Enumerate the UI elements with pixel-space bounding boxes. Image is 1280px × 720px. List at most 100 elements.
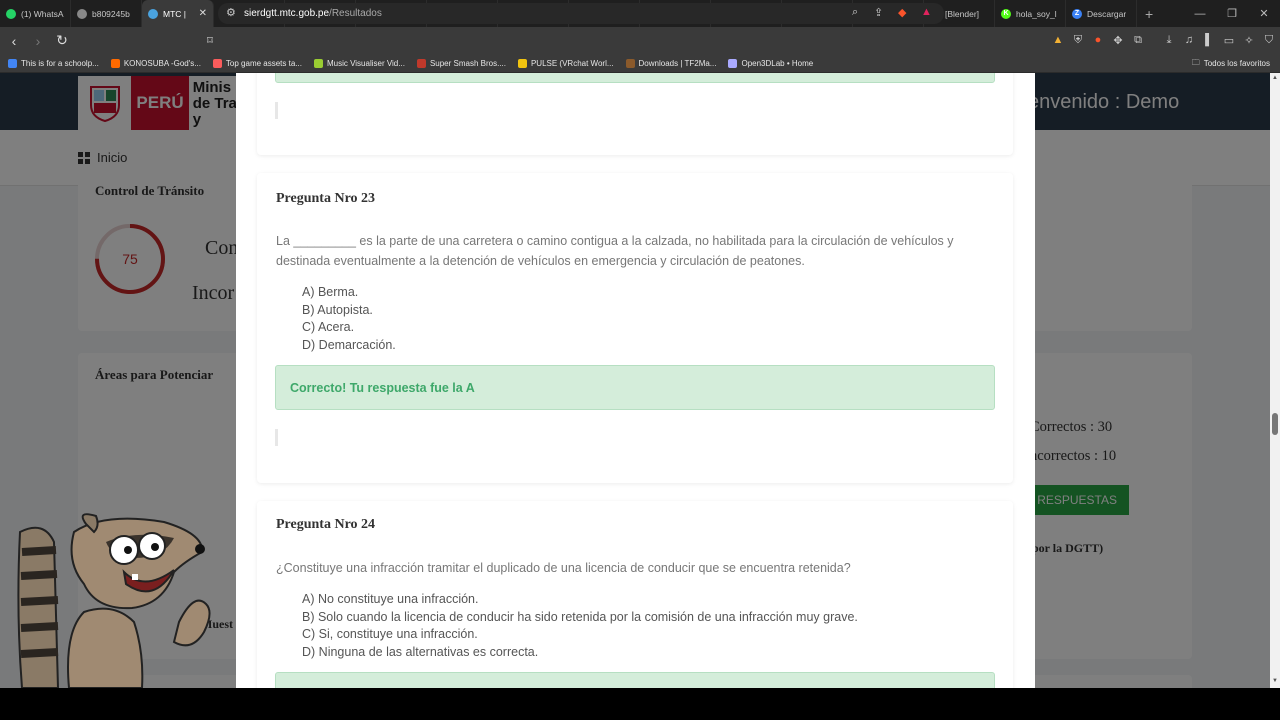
tab-favicon-icon: Z [1072, 8, 1082, 19]
back-icon[interactable]: ‹ [4, 31, 24, 51]
raccoon-character-image [17, 513, 211, 688]
url-path: /Resultados [329, 8, 382, 19]
bookmark-label: Downloads | TF2Ma... [638, 58, 717, 68]
tab-favicon-icon: K [1001, 8, 1011, 19]
page-scrollbar[interactable]: ▲ ▼ [1270, 73, 1280, 688]
option-c-24: C) Si, constituye una infracción. [302, 627, 478, 642]
wallet-card-icon[interactable]: ▭ [1222, 31, 1236, 49]
bookmark-favicon-icon [517, 58, 527, 68]
brave-icon[interactable]: ● [1091, 31, 1105, 49]
extensions-icon[interactable]: ✥ [1111, 31, 1125, 49]
scroll-up-icon[interactable]: ▲ [1270, 75, 1280, 81]
folder-icon: 🗀 [1191, 57, 1200, 67]
scrollbar-thumb[interactable] [1272, 413, 1278, 435]
question-card-23: Pregunta Nro 23 La _________ es la parte… [257, 173, 1013, 483]
question-title-24: Pregunta Nro 24 [276, 517, 376, 532]
bookmark-label: PULSE (VRchat Worl... [530, 58, 614, 68]
bookmark-favicon-icon [728, 58, 738, 68]
vpn-icon[interactable]: ⛨ [1071, 31, 1085, 49]
tab-close-icon[interactable]: ✕ [199, 8, 207, 19]
bookmark-favicon-icon [110, 58, 120, 68]
tab-label: MTC | [163, 8, 186, 19]
options-23: A) Berma. B) Autopista. C) Acera. D) Dem… [302, 284, 396, 355]
bookmark-label: Open3DLab • Home [741, 58, 814, 68]
forward-icon[interactable]: › [28, 31, 48, 51]
reload-icon[interactable]: ↻ [52, 31, 72, 51]
bookmark-favicon-icon [625, 58, 635, 68]
explanation-stub-23 [275, 429, 278, 446]
results-modal: Pregunta Nro 23 La _________ es la parte… [236, 73, 1035, 688]
close-window-icon[interactable]: ✕ [1248, 0, 1280, 27]
option-d-24: D) Ninguna de las alternativas es correc… [302, 645, 539, 660]
brave-rewards-icon[interactable]: ▲ [921, 6, 932, 18]
option-b-24: B) Solo cuando la licencia de conducir h… [302, 609, 858, 624]
site-settings-icon[interactable]: ⚙ [226, 6, 236, 19]
question-text-24: ¿Constituye una infracción tramitar el d… [276, 561, 851, 575]
tab-label: Descargar [1087, 8, 1127, 19]
leo-icon[interactable]: ✧ [1242, 31, 1256, 49]
bookmark-favicon-icon [313, 58, 323, 68]
question-title-23: Pregunta Nro 23 [276, 191, 376, 206]
question-text-23: La _________ es la parte de una carreter… [276, 234, 954, 268]
question-card-24: Pregunta Nro 24 ¿Constituye una infracci… [257, 501, 1013, 688]
option-a-24: A) No constituye una infracción. [302, 592, 479, 606]
option-b-23: B) Autopista. [302, 302, 373, 317]
media-icon[interactable]: ♫ [1182, 31, 1196, 49]
option-a-23: A) Berma. [302, 285, 359, 299]
bookmark-item[interactable]: Top game assets ta... [212, 58, 302, 68]
bookmark-item[interactable]: Open3DLab • Home [728, 58, 814, 68]
bookmark-favicon-icon [416, 58, 426, 68]
browser-tab[interactable]: Z Descargar [1066, 0, 1137, 27]
downloads-icon[interactable]: ⤓ [1162, 31, 1176, 49]
sidebar-icon[interactable]: ▌ [1202, 31, 1216, 49]
browser-tab[interactable]: b809245b [71, 0, 142, 27]
share-icon[interactable]: ⇪ [874, 6, 883, 19]
window-controls: — ❐ ✕ [1184, 0, 1280, 27]
browser-tab[interactable]: Khola_soy_l [995, 0, 1066, 27]
tab-label: [Blender] [945, 8, 980, 19]
bookmark-label: This is for a schoolp... [21, 58, 99, 68]
bookmark-item[interactable]: PULSE (VRchat Worl... [517, 58, 614, 68]
bookmark-label: Super Smash Bros.... [429, 58, 506, 68]
result-alert-22 [275, 73, 995, 83]
wallet-icon[interactable]: ▲ [1051, 31, 1065, 49]
url-domain: sierdgtt.mtc.gob.pe [244, 8, 330, 19]
screenshot-icon[interactable]: ⧉ [1131, 31, 1145, 49]
bookmark-favicon-icon [212, 58, 222, 68]
bookmark-item[interactable]: KONOSUBA -God's... [110, 58, 201, 68]
bookmark-item[interactable]: Music Visualiser Vid... [313, 58, 405, 68]
bookmark-label: Top game assets ta... [225, 58, 302, 68]
restore-icon[interactable]: ❐ [1216, 0, 1248, 27]
tab-favicon-icon [77, 8, 87, 19]
zoom-icon[interactable]: ⌕ [852, 6, 858, 19]
browser-tab[interactable]: (1) WhatsApp [0, 0, 71, 27]
tab-label: hola_soy_l [1016, 8, 1057, 19]
bookmarks-folder-label: Todos los favoritos [1203, 59, 1270, 68]
brave-shield-icon[interactable]: ◆ [898, 6, 906, 19]
bookmarks-folder[interactable]: 🗀 Todos los favoritos [1192, 54, 1270, 73]
tab-favicon-icon [148, 8, 158, 19]
result-alert-24 [275, 672, 995, 688]
tab-label: (1) WhatsApp [21, 8, 64, 19]
result-alert-23: Correcto! Tu respuesta fue la A [275, 365, 995, 410]
option-d-23: D) Demarcación. [302, 338, 396, 353]
option-c-23: C) Acera. [302, 320, 355, 335]
bottom-black-bar [0, 688, 1280, 720]
url-field[interactable]: ⚙ sierdgtt.mtc.gob.pe/Resultados ⌕ ⇪ ◆ ▲ [218, 3, 944, 24]
bookmark-item[interactable]: Downloads | TF2Ma... [625, 58, 717, 68]
browser-tab[interactable]: MTC | ✕ [142, 0, 214, 27]
bookmark-favicon-icon [8, 58, 17, 68]
shield-icon[interactable]: ⛉ [1262, 31, 1276, 49]
minimize-icon[interactable]: — [1184, 0, 1216, 27]
new-tab-button[interactable]: + [1137, 6, 1161, 22]
bookmark-item[interactable]: This is for a schoolp... [8, 58, 99, 68]
explanation-stub-22 [275, 102, 278, 119]
bookmark-item[interactable]: Super Smash Bros.... [416, 58, 506, 68]
address-bar-row: ‹ › ↻ ⌑ [0, 27, 1280, 54]
bookmark-icon[interactable]: ⌑ [200, 30, 220, 50]
scroll-down-icon[interactable]: ▼ [1270, 678, 1280, 684]
tab-favicon-icon [6, 8, 16, 19]
question-card-22 [257, 73, 1013, 155]
tab-label: b809245b [92, 8, 130, 19]
options-24: A) No constituye una infracción. B) Solo… [302, 591, 858, 662]
